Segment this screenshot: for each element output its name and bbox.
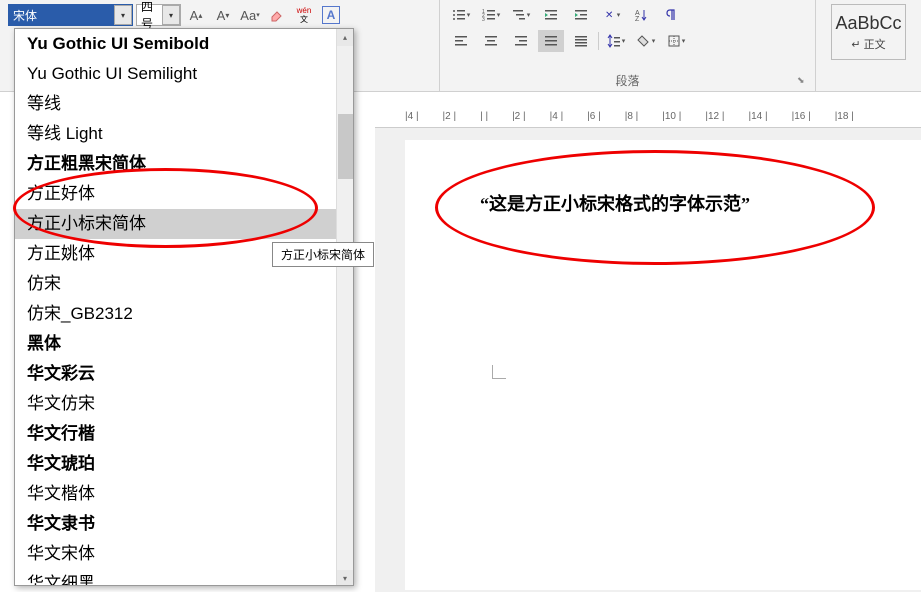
font-size-select[interactable]: 四号 ▾	[136, 4, 181, 26]
font-option[interactable]: 方正小标宋简体	[15, 209, 353, 239]
font-tooltip: 方正小标宋简体	[272, 242, 374, 267]
size-dropdown-arrow-icon[interactable]: ▾	[162, 5, 180, 25]
change-case-button[interactable]: Aa▾	[238, 4, 262, 26]
scroll-thumb[interactable]	[338, 114, 353, 179]
align-center-button[interactable]	[478, 30, 504, 52]
font-option[interactable]: Yu Gothic UI Semilight	[15, 59, 353, 89]
font-option[interactable]: 华文仿宋	[15, 389, 353, 419]
paragraph-group-label: 段落	[440, 72, 815, 89]
paragraph-group: 123 ✕ AZ	[440, 0, 816, 91]
font-option[interactable]: 华文楷体	[15, 479, 353, 509]
font-controls-row: 宋体 ▾ 四号 ▾ A▴ A▾ Aa▾ wén 文 A	[8, 4, 431, 26]
font-dropdown-arrow-icon[interactable]: ▾	[114, 5, 132, 25]
font-option[interactable]: 华文彩云	[15, 359, 353, 389]
svg-text:Z: Z	[635, 16, 640, 22]
scroll-up-arrow-icon[interactable]: ▴	[337, 29, 353, 46]
horizontal-ruler[interactable]: |4 | |2 | | | |2 | |4 | |6 | |8 | |10 | |12 | |14…	[375, 106, 921, 128]
char-border-button[interactable]: A	[319, 4, 343, 26]
shrink-font-button[interactable]: A▾	[211, 4, 235, 26]
font-option[interactable]: 仿宋_GB2312	[15, 299, 353, 329]
ruler-tick: |10 |	[662, 111, 681, 122]
ruler-tick: |14 |	[748, 111, 767, 122]
para-row-2	[448, 30, 807, 52]
style-sample-text: AaBbCc	[835, 13, 901, 34]
borders-button[interactable]	[663, 30, 689, 52]
ruler-tick: |16 |	[792, 111, 811, 122]
font-option[interactable]: 方正好体	[15, 179, 353, 209]
align-left-button[interactable]	[448, 30, 474, 52]
phonetic-guide-button[interactable]: wén 文	[292, 4, 316, 26]
bullets-button[interactable]	[448, 4, 474, 26]
ruler-tick: |12 |	[705, 111, 724, 122]
shading-button[interactable]	[633, 30, 659, 52]
align-right-button[interactable]	[508, 30, 534, 52]
margin-mark-icon	[492, 365, 506, 379]
document-page[interactable]: “这是方正小标宋格式的字体示范”	[405, 140, 921, 590]
dropdown-scrollbar[interactable]: ▴ ▾	[336, 29, 353, 586]
font-dropdown-list: Yu Gothic UI SemiboldYu Gothic UI Semili…	[14, 28, 354, 586]
sort-button[interactable]: AZ	[628, 4, 654, 26]
indent-decrease-button[interactable]	[538, 4, 564, 26]
font-option[interactable]: Yu Gothic UI Semibold	[15, 29, 353, 59]
svg-text:✕: ✕	[605, 10, 613, 21]
paragraph-dialog-launcher[interactable]: ⬊	[797, 75, 809, 87]
ruler-tick: |6 |	[587, 111, 601, 122]
sample-paragraph[interactable]: “这是方正小标宋格式的字体示范”	[480, 190, 750, 216]
char-spacing-button[interactable]: ✕	[598, 4, 624, 26]
ruler-tick: |2 |	[512, 111, 526, 122]
font-option[interactable]: 仿宋	[15, 269, 353, 299]
clear-format-button[interactable]	[265, 4, 289, 26]
ruler-tick: |8 |	[625, 111, 639, 122]
font-option[interactable]: 华文宋体	[15, 539, 353, 569]
document-area: “这是方正小标宋格式的字体示范”	[375, 128, 921, 592]
styles-group: AaBbCc ↵ 正文	[816, 0, 921, 91]
align-distribute-button[interactable]	[568, 30, 594, 52]
font-option[interactable]: 黑体	[15, 329, 353, 359]
font-option[interactable]: 华文琥珀	[15, 449, 353, 479]
font-option[interactable]: 华文行楷	[15, 419, 353, 449]
style-name-text: ↵ 正文	[851, 36, 885, 52]
show-marks-button[interactable]	[658, 4, 684, 26]
font-option[interactable]: 等线 Light	[15, 119, 353, 149]
font-option[interactable]: 方正粗黑宋简体	[15, 149, 353, 179]
ruler-tick: |4 |	[405, 111, 419, 122]
indent-increase-button[interactable]	[568, 4, 594, 26]
ruler-tick: |18 |	[835, 111, 854, 122]
para-row-1: 123 ✕ AZ	[448, 4, 807, 26]
font-option[interactable]: 华文隶书	[15, 509, 353, 539]
numbering-button[interactable]: 123	[478, 4, 504, 26]
grow-font-button[interactable]: A▴	[184, 4, 208, 26]
font-option[interactable]: 华文细黑	[15, 569, 353, 586]
align-justify-button[interactable]	[538, 30, 564, 52]
ruler-tick: |4 |	[550, 111, 564, 122]
ruler-tick: | |	[480, 111, 488, 122]
line-spacing-button[interactable]	[603, 30, 629, 52]
svg-text:3: 3	[482, 17, 485, 22]
ruler-tick: |2 |	[443, 111, 457, 122]
multilevel-button[interactable]	[508, 4, 534, 26]
font-name-select[interactable]: 宋体 ▾	[8, 4, 133, 26]
scroll-down-arrow-icon[interactable]: ▾	[337, 570, 353, 586]
font-option[interactable]: 等线	[15, 89, 353, 119]
style-normal[interactable]: AaBbCc ↵ 正文	[831, 4, 906, 60]
font-name-value: 宋体	[9, 7, 114, 24]
